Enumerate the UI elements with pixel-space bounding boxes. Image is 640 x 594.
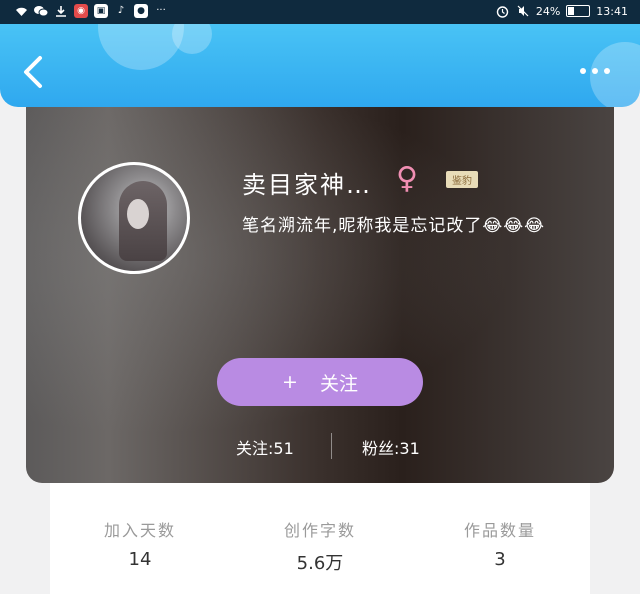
word-count-value: 5.6万	[296, 553, 344, 574]
more-dots-icon: ···	[156, 5, 166, 16]
status-icons-left: ◉ ▣ ♪ ● ···	[14, 4, 168, 18]
top-header	[0, 24, 640, 107]
chevron-left-icon	[24, 56, 42, 88]
follow-stats: 关注:51 粉丝:31	[26, 433, 614, 459]
profile-card: 卖目家神… ♀ 鉴豹 笔名溯流年,昵称我是忘记改了😂😂😂 + 关注 关注:51 …	[26, 107, 614, 483]
app-icon-2: ▣	[94, 4, 108, 18]
female-gender-icon: ♀	[396, 161, 418, 196]
more-options-button[interactable]	[580, 68, 610, 74]
app-icon-3: ●	[134, 4, 148, 18]
status-icons-right: 24% 13:41	[496, 4, 628, 18]
more-dots-icon	[580, 68, 586, 74]
word-count-label: 创作字数	[283, 521, 356, 540]
word-count-stat: 创作字数 5.6万	[230, 517, 410, 575]
follow-button[interactable]: + 关注	[217, 358, 423, 406]
battery-percent: 24%	[535, 4, 561, 18]
avatar[interactable]	[78, 162, 190, 274]
app-icon-1: ◉	[74, 4, 88, 18]
plus-icon: +	[282, 371, 298, 393]
download-icon	[54, 4, 68, 18]
following-count[interactable]: 关注:51	[236, 435, 294, 459]
back-button[interactable]	[18, 54, 50, 90]
works-count-label: 作品数量	[463, 521, 536, 540]
status-bar: ◉ ▣ ♪ ● ··· 24% 13:41	[0, 0, 640, 24]
join-days-value: 14	[128, 549, 152, 570]
follow-button-label: 关注	[319, 372, 358, 395]
join-days-label: 加入天数	[103, 521, 176, 540]
tag-badge: 鉴豹	[446, 171, 478, 188]
decor-bubble	[590, 42, 640, 107]
alarm-icon	[496, 4, 510, 18]
divider	[331, 433, 332, 459]
mute-icon	[516, 4, 530, 18]
nickname: 卖目家神…	[242, 171, 372, 199]
tiktok-icon: ♪	[117, 5, 125, 16]
author-info-panel: 加入天数 14 创作字数 5.6万 作品数量 3	[50, 483, 590, 594]
decor-bubble	[98, 24, 184, 70]
works-count-value: 3	[494, 549, 506, 570]
decor-bubble	[172, 24, 212, 54]
join-days-stat: 加入天数 14	[50, 517, 230, 570]
status-time: 13:41	[596, 4, 628, 18]
bio-text: 笔名溯流年,昵称我是忘记改了😂😂😂	[242, 216, 545, 236]
works-count-stat: 作品数量 3	[410, 517, 590, 570]
wifi-icon	[14, 4, 28, 18]
wechat-icon	[34, 4, 48, 18]
fans-count[interactable]: 粉丝:31	[362, 435, 420, 459]
battery-icon	[566, 5, 591, 17]
